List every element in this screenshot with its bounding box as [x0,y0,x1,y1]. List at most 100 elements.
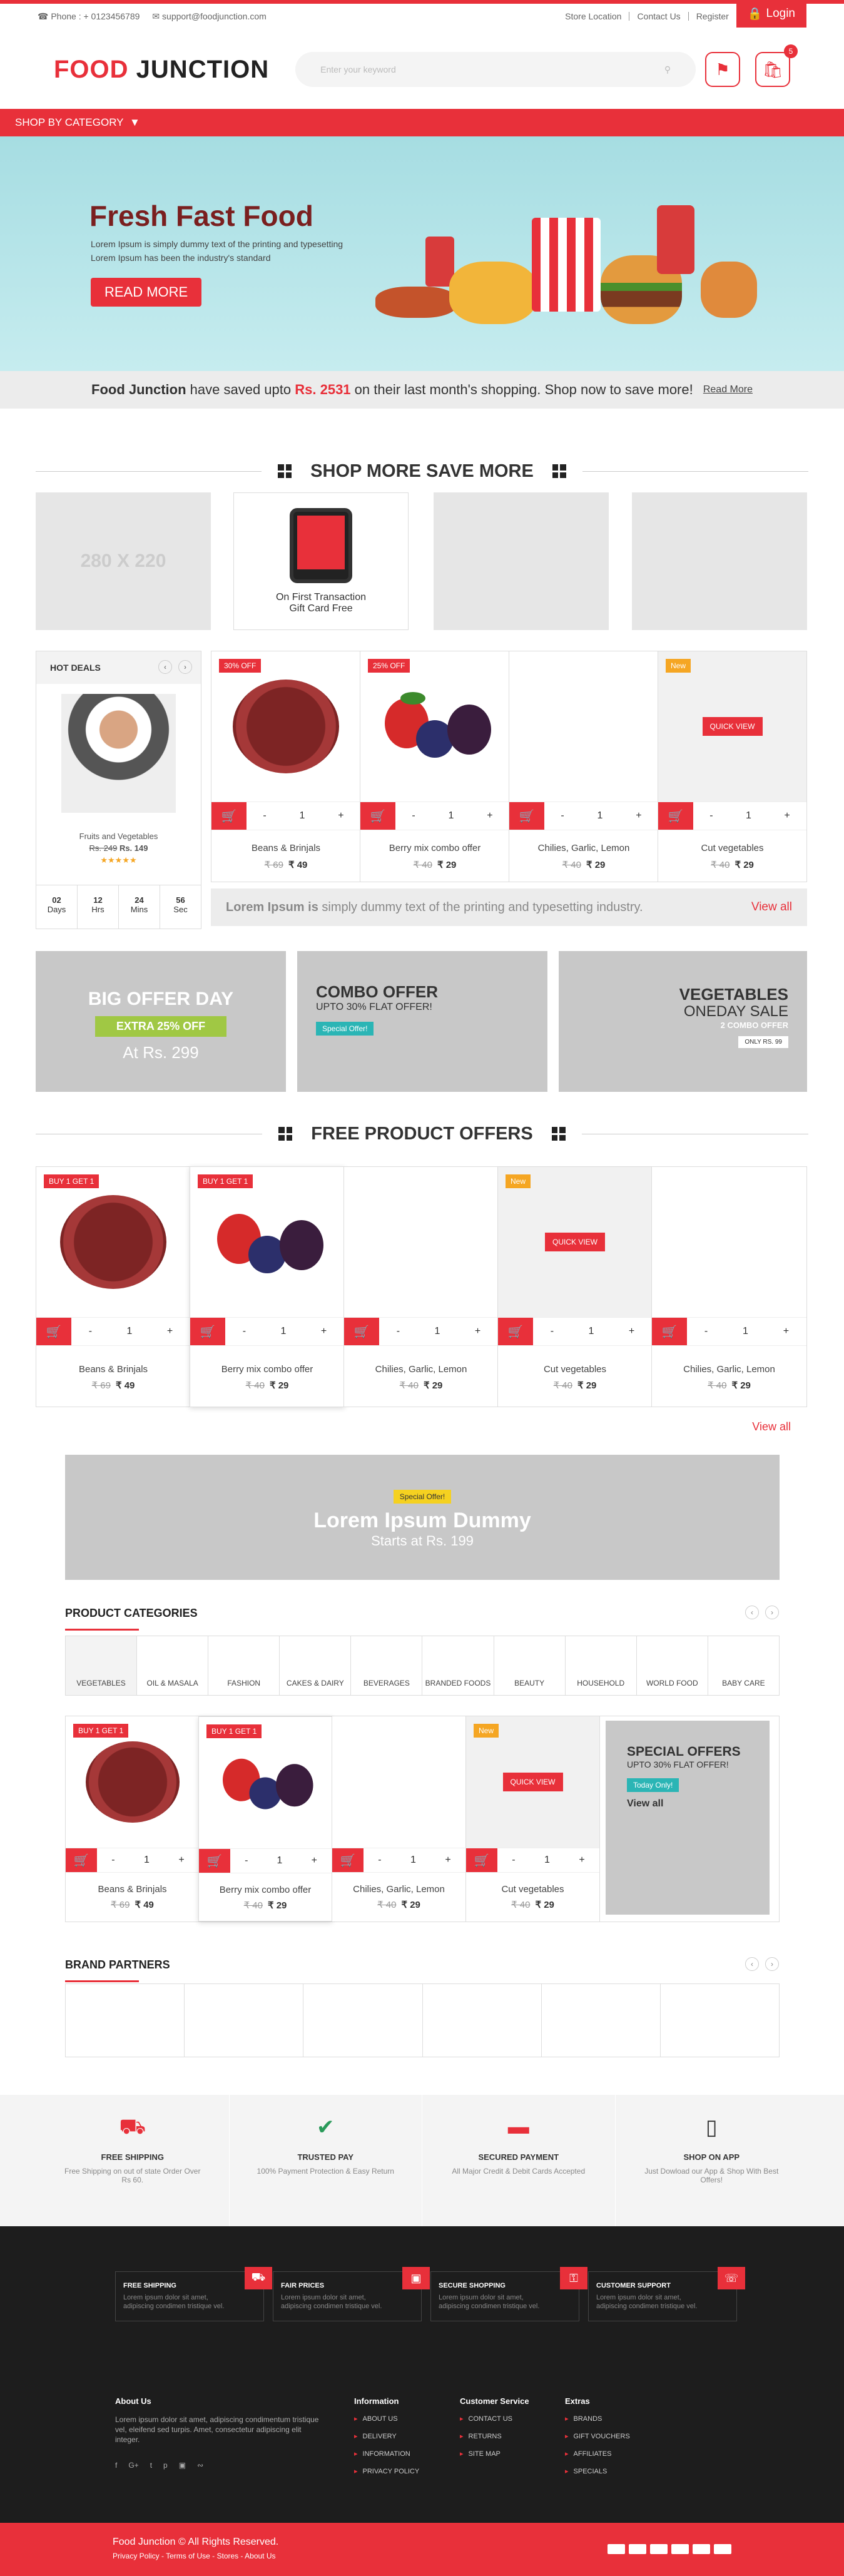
add-to-cart-button[interactable]: 🛒 [36,1318,71,1345]
special-offers-banner[interactable]: SPECIAL OFFERS UPTO 30% FLAT OFFER! Today… [606,1721,770,1915]
read-more-link[interactable]: Read More [703,384,753,395]
store-location-link[interactable]: Store Location [557,12,630,21]
add-to-cart-button[interactable]: 🛒 [211,802,247,830]
footer-link[interactable]: AFFILIATES [565,2450,630,2458]
tab-category[interactable]: OIL & MASALA [137,1636,209,1695]
increment-button[interactable]: + [629,1326,634,1337]
cart-button[interactable]: 🛍 5 [755,44,798,87]
tab-category[interactable]: WORLD FOOD [637,1636,708,1695]
hot-deal-card[interactable]: HOT DEALS ‹ › Fruits and Vegetables Rs. 24… [36,651,201,929]
add-to-cart-button[interactable]: 🛒 [652,1318,687,1345]
product-card[interactable]: QUICK VIEW New 🛒 -1 + Cut vegetables ₹ 40 ₹ 2… [497,1166,653,1407]
brand-logo[interactable] [542,1984,661,2057]
search-icon[interactable]: ⚲ [664,64,671,75]
tab-category[interactable]: BEAUTY [494,1636,566,1695]
footer-link[interactable]: BRANDS [565,2415,630,2423]
quick-view-button[interactable]: QUICK VIEW [502,1773,563,1791]
quick-view-button[interactable]: QUICK VIEW [544,1233,606,1251]
product-card[interactable]: 🛒 -1 + Chilies, Garlic, Lemon ₹ 40 ₹ 29 [651,1166,807,1407]
big-offer-banner[interactable]: BIG OFFER DAY EXTRA 25% OFF At Rs. 299 [36,951,286,1092]
decrement-button[interactable]: - [412,810,415,822]
chevron-left-icon[interactable]: ‹ [745,1957,759,1971]
increment-button[interactable]: + [475,1326,480,1337]
register-link[interactable]: Register [689,12,736,21]
decrement-button[interactable]: - [561,810,564,822]
chevron-right-icon[interactable]: › [765,1957,779,1971]
brand-logo[interactable] [185,1984,304,2057]
view-all-link[interactable]: View all [751,900,792,914]
brand-logo[interactable] [303,1984,423,2057]
product-card[interactable]: QUICK VIEW New 🛒 -1 + Cut vegetables ₹ 40 ₹ 2… [466,1716,600,1922]
decrement-button[interactable]: - [245,1855,248,1866]
decrement-button[interactable]: - [397,1326,400,1337]
footer-link[interactable]: INFORMATION [354,2450,419,2458]
tab-category[interactable]: BEVERAGES [351,1636,423,1695]
search-input[interactable]: Enter your keyword ⚲ [295,52,696,87]
ad-placeholder[interactable]: 280 X 220 [36,492,211,630]
product-card[interactable]: BUY 1 GET 1 🛒 -1 + Beans & Brinjals ₹ 69 ₹ 4… [36,1166,191,1407]
increment-button[interactable]: + [321,1326,327,1337]
add-to-cart-button[interactable]: 🛒 [199,1849,230,1873]
increment-button[interactable]: + [167,1326,173,1337]
view-all-link[interactable]: View all [627,1798,748,1810]
increment-button[interactable]: + [579,1855,584,1866]
footer-link[interactable]: CONTACT US [460,2415,529,2423]
add-to-cart-button[interactable]: 🛒 [360,802,395,830]
add-to-cart-button[interactable]: 🛒 [498,1318,533,1345]
add-to-cart-button[interactable]: 🛒 [190,1318,225,1345]
wishlist-button[interactable]: ⚑ [705,52,740,87]
footer-link[interactable]: SPECIALS [565,2467,630,2475]
gift-card-box[interactable]: On First Transaction Gift Card Free [233,492,409,630]
add-to-cart-button[interactable]: 🛒 [466,1848,497,1872]
combo-offer-banner[interactable]: COMBO OFFER UPTO 30% FLAT OFFER! Special O… [297,951,547,1092]
add-to-cart-button[interactable]: 🛒 [658,802,693,830]
login-button[interactable]: 🔒 Login [736,0,806,28]
instagram-icon[interactable]: ▣ [179,2461,186,2470]
google-plus-icon[interactable]: G+ [128,2461,138,2470]
add-to-cart-button[interactable]: 🛒 [509,802,544,830]
chevron-right-icon[interactable]: › [178,660,192,674]
chevron-left-icon[interactable]: ‹ [158,660,172,674]
read-more-button[interactable]: READ MORE [91,278,202,307]
decrement-button[interactable]: - [512,1855,515,1866]
product-card[interactable]: 🛒 -1 + Chilies, Garlic, Lemon ₹ 40 ₹ 29 [509,651,659,882]
quick-view-button[interactable]: QUICK VIEW [702,717,763,736]
add-to-cart-button[interactable]: 🛒 [66,1848,97,1872]
tab-category[interactable]: FASHION [208,1636,280,1695]
product-card[interactable]: 🛒 -1 + Chilies, Garlic, Lemon ₹ 40 ₹ 29 [343,1166,499,1407]
product-card[interactable]: BUY 1 GET 1 🛒 -1 + Berry mix combo offer ₹ … [198,1716,332,1922]
increment-button[interactable]: + [784,810,790,822]
view-all-link[interactable]: View all [752,1420,791,1433]
chevron-left-icon[interactable]: ‹ [745,1606,759,1619]
footer-link[interactable]: DELIVERY [354,2432,419,2440]
decrement-button[interactable]: - [704,1326,708,1337]
decrement-button[interactable]: - [111,1855,114,1866]
decrement-button[interactable]: - [378,1855,381,1866]
ad-placeholder[interactable] [632,492,807,630]
footer-link[interactable]: SITE MAP [460,2450,529,2458]
increment-button[interactable]: + [636,810,641,822]
increment-button[interactable]: + [338,810,343,822]
product-card[interactable]: QUICK VIEW New 🛒 -1 + Cut vegetables ₹ 40 ₹ 2… [658,651,807,882]
shop-by-category-button[interactable]: SHOP BY CATEGORY ▼ [0,109,844,136]
increment-button[interactable]: + [312,1855,317,1866]
product-card[interactable]: 30% OFF 🛒 -1 + Beans & Brinjals ₹ 69 ₹ 49 [211,651,361,882]
promo-banner[interactable]: Special Offer! Lorem Ipsum Dummy Starts … [65,1455,780,1580]
increment-button[interactable]: + [445,1855,450,1866]
decrement-button[interactable]: - [263,810,266,822]
tab-category[interactable]: VEGETABLES [66,1636,138,1695]
footer-link[interactable]: PRIVACY POLICY [354,2467,420,2475]
product-card[interactable]: BUY 1 GET 1 🛒 -1 + Berry mix combo offer ₹ … [190,1166,345,1407]
decrement-button[interactable]: - [551,1326,554,1337]
footer-link[interactable]: RETURNS [460,2432,529,2440]
tab-category[interactable]: CAKES & DAIRY [280,1636,352,1695]
increment-button[interactable]: + [487,810,492,822]
add-to-cart-button[interactable]: 🛒 [332,1848,364,1872]
chevron-right-icon[interactable]: › [765,1606,779,1619]
facebook-icon[interactable]: f [115,2461,117,2470]
brand-logo[interactable] [661,1984,779,2057]
logo[interactable]: FOOD JUNCTION [54,56,269,84]
product-card[interactable]: BUY 1 GET 1 🛒 -1 + Beans & Brinjals ₹ 69 ₹ 4… [66,1716,200,1922]
ad-placeholder[interactable] [434,492,609,630]
brand-logo[interactable] [423,1984,542,2057]
